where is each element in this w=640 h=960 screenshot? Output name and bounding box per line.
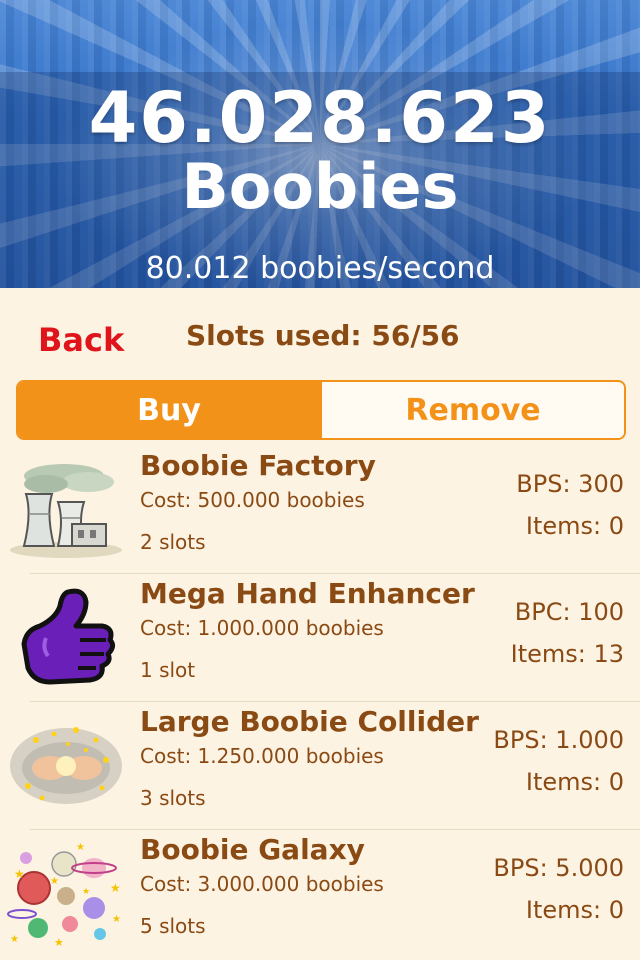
item-name: Boobie Galaxy: [140, 833, 365, 866]
svg-text:★: ★: [76, 842, 85, 853]
item-cost: Cost: 500.000 boobies: [140, 488, 365, 512]
item-cost: Cost: 1.000.000 boobies: [140, 616, 384, 640]
shop-item[interactable]: Boobie Factory Cost: 500.000 boobies 2 s…: [0, 446, 640, 574]
svg-text:★: ★: [112, 914, 121, 925]
svg-text:★: ★: [14, 867, 25, 881]
item-stat: BPS: 1.000: [493, 726, 624, 754]
item-cost: Cost: 3.000.000 boobies: [140, 872, 384, 896]
item-name: Boobie Factory: [140, 449, 376, 482]
shop-item[interactable]: Mega Hand Enhancer Cost: 1.000.000 boobi…: [0, 574, 640, 702]
item-count: Items: 13: [510, 640, 624, 668]
item-name: Mega Hand Enhancer: [140, 577, 475, 610]
item-count: Items: 0: [525, 512, 624, 540]
factory-icon: [6, 454, 128, 566]
tab-remove[interactable]: Remove: [320, 382, 624, 438]
item-slots: 3 slots: [140, 786, 206, 810]
back-button[interactable]: Back: [38, 320, 124, 360]
item-stat: BPC: 100: [514, 598, 624, 626]
item-name: Large Boobie Collider: [140, 705, 479, 738]
slots-used-label: Slots used: 56/56: [186, 319, 460, 352]
item-slots: 2 slots: [140, 530, 206, 554]
score-header: 46.028.623 Boobies 80.012 boobies/second: [0, 0, 640, 288]
svg-text:★: ★: [50, 876, 59, 887]
svg-text:★: ★: [10, 934, 19, 945]
svg-text:★: ★: [54, 936, 64, 949]
svg-text:★: ★: [110, 881, 121, 895]
svg-text:★: ★: [82, 887, 90, 897]
shop-item[interactable]: Large Boobie Collider Cost: 1.250.000 bo…: [0, 702, 640, 830]
item-count: Items: 0: [525, 896, 624, 924]
rate-per-second: 80.012 boobies/second: [145, 251, 495, 286]
item-slots: 5 slots: [140, 914, 206, 938]
item-stat: BPS: 300: [516, 470, 624, 498]
boobie-count: 46.028.623: [88, 77, 552, 159]
item-cost: Cost: 1.250.000 boobies: [140, 744, 384, 768]
buy-remove-segmented-control: Buy Remove: [16, 380, 626, 440]
item-slots: 1 slot: [140, 658, 196, 682]
shop-item[interactable]: ★ ★ ★ ★ ★ ★ ★ ★ Boobie Galaxy Cost: 3.00…: [0, 830, 640, 958]
thumbs-up-icon: [6, 582, 128, 694]
item-count: Items: 0: [525, 768, 624, 796]
item-stat: BPS: 5.000: [493, 854, 624, 882]
tab-buy[interactable]: Buy: [18, 382, 320, 438]
count-unit: Boobies: [181, 150, 459, 223]
collider-icon: [6, 710, 128, 822]
galaxy-icon: ★ ★ ★ ★ ★ ★ ★ ★: [6, 838, 128, 950]
